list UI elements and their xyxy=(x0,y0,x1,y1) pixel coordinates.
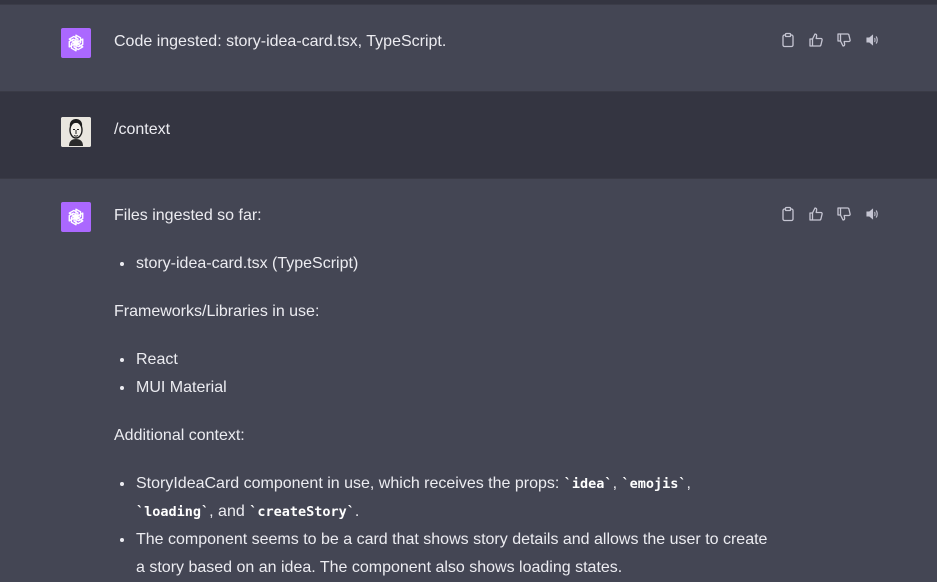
frameworks-heading: Frameworks/Libraries in use: xyxy=(114,303,320,320)
files-list: story-idea-card.tsx (TypeScript) xyxy=(114,250,774,278)
message-text: Code ingested: story-idea-card.tsx, Type… xyxy=(114,28,774,56)
message-actions xyxy=(778,30,882,50)
speaker-icon[interactable] xyxy=(862,30,882,50)
list-item: story-idea-card.tsx (TypeScript) xyxy=(114,250,774,278)
assistant-message-1: Code ingested: story-idea-card.tsx, Type… xyxy=(0,5,937,91)
inline-code-idea: `idea` xyxy=(563,476,613,492)
message-paragraph: Code ingested: story-idea-card.tsx, Type… xyxy=(114,33,447,50)
chatgpt-avatar xyxy=(61,202,91,232)
files-heading: Files ingested so far: xyxy=(114,207,262,224)
list-item: The component seems to be a card that sh… xyxy=(114,526,776,582)
user-avatar xyxy=(61,117,91,147)
inline-code-emojis: `emojis` xyxy=(621,476,687,492)
thumbs-down-icon[interactable] xyxy=(834,204,854,224)
list-item: MUI Material xyxy=(114,374,774,402)
speaker-icon[interactable] xyxy=(862,204,882,224)
openai-logo-icon xyxy=(68,208,84,226)
message-text: /context xyxy=(114,116,774,144)
list-item: StoryIdeaCard component in use, which re… xyxy=(114,470,716,526)
user-portrait-icon xyxy=(61,117,91,147)
thumbs-up-icon[interactable] xyxy=(806,30,826,50)
context-text: . xyxy=(354,503,360,520)
thumbs-up-icon[interactable] xyxy=(806,204,826,224)
user-message: /context xyxy=(0,91,937,179)
context-text: StoryIdeaCard component in use, which re… xyxy=(136,475,564,492)
clipboard-icon[interactable] xyxy=(778,204,798,224)
chatgpt-avatar xyxy=(61,28,91,58)
inline-code-createstory: `createStory` xyxy=(249,504,355,520)
message-actions xyxy=(778,204,882,224)
inline-code-loading: `loading` xyxy=(136,504,210,520)
context-list: StoryIdeaCard component in use, which re… xyxy=(114,470,774,582)
context-heading: Additional context: xyxy=(114,427,245,444)
assistant-message-2: Files ingested so far: story-idea-card.t… xyxy=(0,179,937,576)
context-text: , xyxy=(686,475,691,492)
openai-logo-icon xyxy=(68,34,84,52)
list-item: React xyxy=(114,346,774,374)
thumbs-down-icon[interactable] xyxy=(834,30,854,50)
message-paragraph: /context xyxy=(114,121,171,138)
context-text: , and xyxy=(209,503,250,520)
message-text: Files ingested so far: story-idea-card.t… xyxy=(114,202,774,582)
frameworks-list: React MUI Material xyxy=(114,346,774,402)
clipboard-icon[interactable] xyxy=(778,30,798,50)
